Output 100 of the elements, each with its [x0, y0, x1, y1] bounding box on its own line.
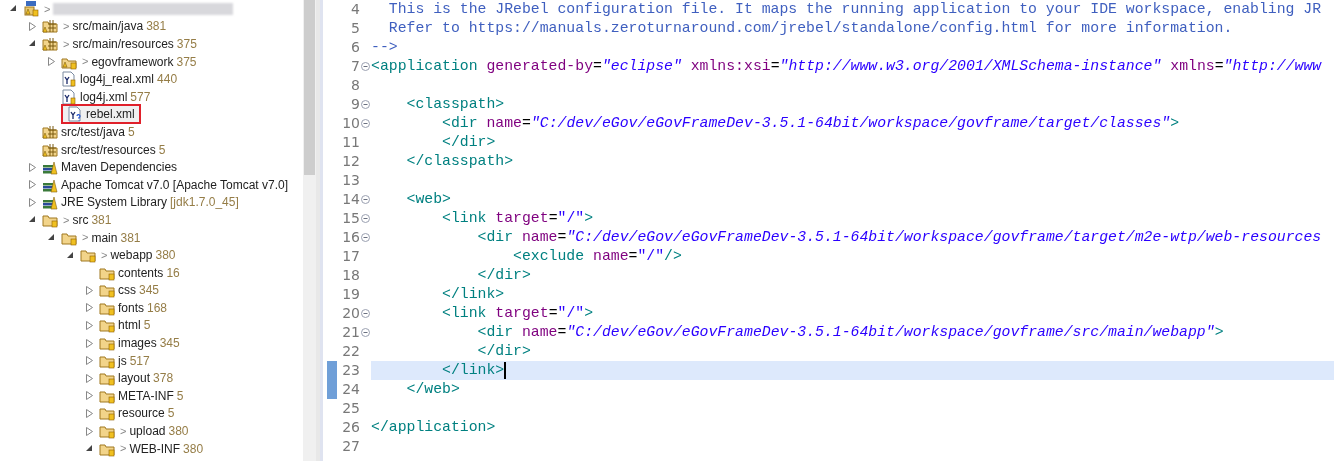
collapse-icon[interactable] [361, 119, 370, 128]
code-token: name [486, 114, 522, 133]
resource-count: 5 [143, 317, 151, 335]
code-token: > [584, 209, 594, 228]
expanded-arrow-icon[interactable] [48, 234, 55, 241]
code-token: "http://www.w3.org/2001/XMLSchema-instance" [779, 57, 1162, 76]
git-decoration: > [44, 1, 51, 17]
tree-item-label[interactable]: html [118, 316, 141, 335]
collapsed-arrow-icon[interactable] [29, 197, 36, 207]
code-token: "C:/dev/eGov/eGovFrameDev-3.5.1-64bit/workspace/govframe/target/classes" [530, 114, 1171, 133]
tree-item-label[interactable]: egovframework [91, 52, 174, 71]
tree-item-label[interactable]: images [118, 334, 157, 353]
line-number: 8 [350, 76, 360, 95]
collapse-icon[interactable] [361, 62, 370, 71]
tree-item-label[interactable]: META-INF [118, 386, 174, 405]
git-decoration: > [82, 54, 89, 70]
collapse-icon[interactable] [361, 328, 370, 337]
code-token: <web> [406, 190, 451, 209]
tree-item-label[interactable]: contents [118, 263, 164, 282]
code-token: "/" [557, 304, 585, 323]
collapsed-arrow-icon[interactable] [86, 408, 93, 418]
resource-count: 380 [168, 423, 189, 441]
resource-count: 381 [146, 18, 167, 36]
selected-tree-item[interactable]: rebel.xml [61, 104, 141, 125]
tree-item-label[interactable]: log4j.xml [80, 87, 128, 106]
tree-item-label[interactable]: src/test/java [61, 122, 126, 141]
tree-item-label[interactable]: src/test/resources [61, 140, 156, 159]
tree-item-label[interactable]: src/main/java [72, 17, 144, 36]
tree-item-label[interactable]: fonts [118, 298, 144, 317]
code-text: = [557, 228, 567, 247]
expanded-arrow-icon[interactable] [29, 216, 36, 224]
expanded-arrow-icon[interactable] [29, 40, 36, 48]
tree-item-label[interactable]: js [118, 351, 127, 370]
code-token: </dir> [477, 266, 531, 285]
resource-count: 381 [91, 211, 112, 229]
code-token: --> [371, 38, 398, 57]
folder-icon [99, 282, 115, 299]
tree-item-label[interactable]: Maven Dependencies [61, 158, 178, 177]
expanded-arrow-icon[interactable] [10, 5, 17, 13]
folder-icon [99, 405, 115, 422]
collapsed-arrow-icon[interactable] [86, 426, 93, 436]
tree-item-label[interactable]: main [91, 228, 118, 247]
collapsed-arrow-icon[interactable] [86, 338, 93, 348]
collapsed-arrow-icon[interactable] [48, 57, 55, 67]
code-token: </link> [442, 285, 505, 304]
collapse-icon[interactable] [361, 233, 370, 242]
resource-count: 380 [183, 440, 204, 458]
tree-item-label[interactable]: src [72, 210, 89, 229]
code-token: <link [442, 304, 487, 323]
tree-item-label[interactable]: src/main/resources [72, 35, 174, 53]
code-token: <exclude [513, 247, 585, 266]
code-token: <dir [477, 228, 514, 247]
tree-item-label[interactable]: layout [118, 369, 151, 388]
line-number: 16 [341, 228, 360, 247]
code-token: "/" [637, 247, 665, 266]
scrollbar-thumb[interactable] [304, 0, 315, 175]
tree-item-label[interactable]: WEB-INF [129, 439, 181, 458]
tree-item-label[interactable]: log4j_real.xml [80, 70, 155, 89]
collapsed-arrow-icon[interactable] [29, 21, 36, 31]
code-text: = [548, 209, 558, 228]
code-token: <link [442, 209, 487, 228]
line-number: 22 [341, 342, 360, 361]
tree-item-label[interactable]: webapp [110, 246, 153, 265]
line-number: 24 [341, 380, 360, 399]
collapsed-arrow-icon[interactable] [29, 162, 36, 172]
collapsed-arrow-icon[interactable] [86, 303, 93, 313]
collapsed-arrow-icon[interactable] [29, 180, 36, 190]
collapse-icon[interactable] [361, 100, 370, 109]
code-token: target [495, 304, 549, 323]
code-text: = [1214, 57, 1224, 76]
resource-count: 5 [128, 123, 135, 141]
resource-count: 5 [158, 141, 166, 159]
source-folder-icon [42, 123, 58, 140]
code-token: </dir> [477, 342, 531, 361]
collapsed-arrow-icon[interactable] [86, 391, 93, 401]
tree-item-label[interactable]: css [118, 281, 136, 300]
collapsed-arrow-icon[interactable] [86, 285, 93, 295]
tree-item-label[interactable]: resource [118, 404, 165, 423]
resource-count: 168 [147, 299, 168, 317]
code-token: /> [664, 247, 682, 266]
scrollbar[interactable] [303, 0, 316, 461]
tree-item-label[interactable]: JRE System Library [61, 193, 168, 212]
code-token: target [495, 209, 549, 228]
collapsed-arrow-icon[interactable] [86, 321, 93, 330]
code-token: generated-by [486, 57, 593, 76]
xml-file-icon [61, 71, 77, 88]
git-decoration: > [120, 441, 127, 457]
collapsed-arrow-icon[interactable] [86, 373, 93, 383]
collapse-icon[interactable] [361, 195, 370, 204]
resource-count: 577 [130, 88, 151, 106]
collapse-icon[interactable] [361, 309, 370, 318]
expanded-arrow-icon[interactable] [67, 251, 74, 259]
tree-item-label[interactable]: upload [129, 422, 166, 441]
code-token: <application [371, 57, 478, 76]
source-folder-icon [42, 141, 58, 158]
tree-item-label[interactable]: Apache Tomcat v7.0 [Apache Tomcat v7.0] [61, 175, 289, 194]
collapse-icon[interactable] [361, 214, 370, 223]
expanded-arrow-icon[interactable] [86, 445, 93, 453]
collapsed-arrow-icon[interactable] [86, 356, 93, 366]
code-token: "/" [557, 209, 585, 228]
